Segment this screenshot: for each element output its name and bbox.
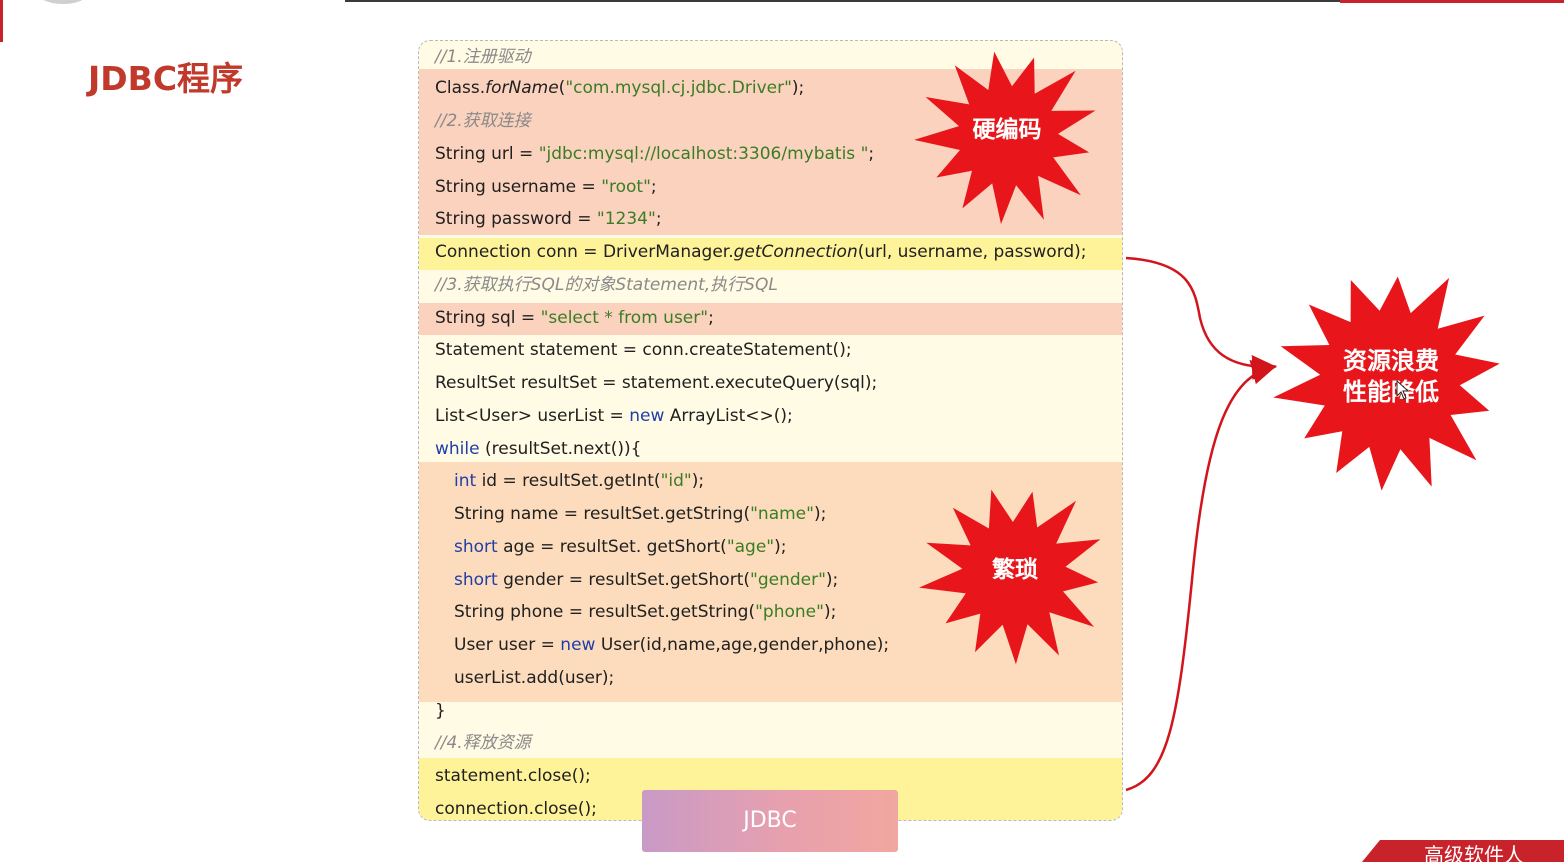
mouse-pointer-icon xyxy=(1396,380,1410,400)
waste-badge-line2: 性能降低 xyxy=(1343,378,1439,407)
annotation-layer xyxy=(914,51,1500,792)
waste-badge-label: 资源浪费 性能降低 xyxy=(1316,346,1466,408)
tedious-badge-label: 繁琐 xyxy=(992,557,1038,583)
arrow-connection-to-waste xyxy=(1125,256,1277,380)
corner-banner: 高级软件人 xyxy=(1362,840,1564,862)
jdbc-tab[interactable]: JDBC xyxy=(642,790,898,852)
waste-badge-line1: 资源浪费 xyxy=(1343,347,1439,375)
arrow-close-to-waste xyxy=(1125,359,1277,792)
hardcode-badge-label: 硬编码 xyxy=(972,117,1042,143)
